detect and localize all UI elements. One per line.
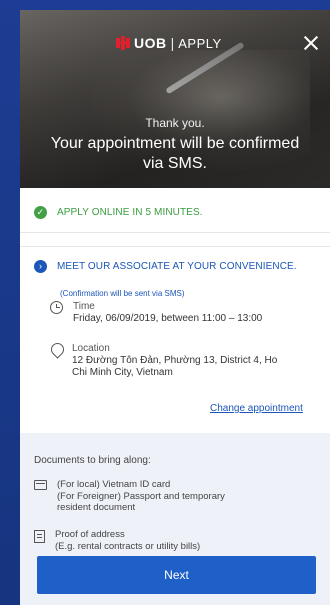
brand-subtitle: APPLY: [178, 35, 222, 51]
id-line-1: (For local) Vietnam ID card: [57, 479, 171, 490]
step-meet-associate-label: MEET OUR ASSOCIATE AT YOUR CONVENIENCE.: [57, 261, 297, 272]
id-card-icon: [34, 480, 47, 490]
uob-logo-icon: [116, 36, 130, 50]
close-icon[interactable]: [302, 34, 320, 52]
thank-you-text: Thank you.: [145, 116, 205, 130]
change-appointment-link[interactable]: Change appointment: [210, 403, 303, 414]
location-line-2: Chi Minh City, Vietnam: [72, 367, 173, 378]
location-line-1: 12 Đường Tôn Đản, Phường 13, District 4,…: [72, 355, 278, 366]
next-button[interactable]: Next: [37, 556, 316, 594]
chevron-right-icon: ›: [34, 260, 47, 273]
step-apply-online-label: APPLY ONLINE IN 5 MINUTES.: [57, 207, 203, 218]
appointment-location: Location 12 Đường Tôn Đản, Phường 13, Di…: [50, 343, 277, 379]
document-icon: [34, 530, 45, 543]
address-line-1: Proof of address: [55, 529, 125, 540]
documents-title: Documents to bring along:: [34, 455, 151, 466]
id-line-3: resident document: [57, 502, 136, 513]
step-meet-associate: › MEET OUR ASSOCIATE AT YOUR CONVENIENCE…: [34, 260, 297, 273]
step-apply-online: ✓ APPLY ONLINE IN 5 MINUTES.: [34, 206, 203, 219]
time-value: Friday, 06/09/2019, between 11:00 – 13:0…: [73, 313, 263, 324]
sms-confirmation-note: (Confirmation will be sent via SMS): [60, 289, 185, 298]
document-address: Proof of address (E.g. rental contracts …: [34, 529, 200, 552]
id-line-2: (For Foreigner) Passport and temporary: [57, 490, 225, 502]
clock-icon: [50, 301, 63, 314]
brand-name: UOB: [134, 35, 167, 51]
document-id: (For local) Vietnam ID card (For Foreign…: [34, 479, 225, 514]
time-label: Time: [73, 301, 95, 312]
location-pin-icon: [51, 343, 62, 356]
brand-separator: |: [170, 35, 175, 51]
location-label: Location: [72, 343, 110, 354]
address-line-2: (E.g. rental contracts or utility bills): [55, 540, 201, 552]
divider: [20, 246, 330, 247]
appointment-card: UOB | APPLY Thank you. Your appointment …: [20, 10, 330, 605]
check-icon: ✓: [34, 206, 47, 219]
hero-banner: UOB | APPLY Thank you. Your appointment …: [20, 10, 330, 188]
brand-logo: UOB | APPLY: [116, 34, 222, 52]
divider: [20, 232, 330, 233]
confirmation-headline: Your appointment will be confirmed via S…: [50, 135, 300, 172]
appointment-time: Time Friday, 06/09/2019, between 11:00 –…: [50, 301, 262, 325]
